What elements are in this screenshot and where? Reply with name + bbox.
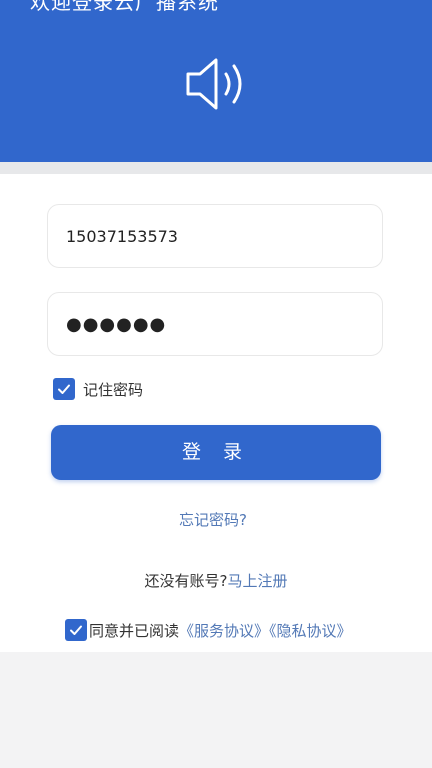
password-input[interactable] — [66, 293, 366, 355]
remember-password-checkbox[interactable] — [53, 378, 75, 400]
remember-password-label[interactable]: 记住密码 — [83, 379, 143, 400]
privacy-agreement-link[interactable]: 《隐私协议》 — [269, 622, 352, 640]
header-divider — [0, 162, 432, 174]
password-field[interactable] — [47, 292, 383, 356]
phone-input[interactable] — [66, 205, 366, 267]
forgot-password-link[interactable]: 忘记密码? — [0, 509, 426, 530]
agree-terms-line: 同意并已阅读《服务协议》《隐私协议》 — [89, 620, 352, 641]
checkmark-icon — [70, 625, 82, 635]
no-account-text: 还没有账号? — [144, 572, 228, 590]
register-prompt: 还没有账号?马上注册 — [0, 570, 432, 591]
login-button[interactable]: 登 录 — [51, 425, 381, 480]
service-agreement-link[interactable]: 《服务协议》 — [179, 622, 269, 640]
forgot-password-text[interactable]: 忘记密码? — [179, 511, 247, 529]
page-title: 欢迎登录云广播系统 — [30, 0, 219, 14]
register-link[interactable]: 马上注册 — [227, 572, 287, 590]
header-banner: 欢迎登录云广播系统 — [0, 0, 432, 162]
login-form: 记住密码 登 录 忘记密码? 还没有账号?马上注册 同意并已阅读《服务协议》《隐… — [0, 174, 432, 652]
speaker-icon — [186, 58, 242, 110]
agree-text[interactable]: 同意并已阅读 — [89, 622, 179, 640]
agree-terms-checkbox[interactable] — [65, 619, 87, 641]
checkmark-icon — [58, 384, 70, 394]
phone-field[interactable] — [47, 204, 383, 268]
